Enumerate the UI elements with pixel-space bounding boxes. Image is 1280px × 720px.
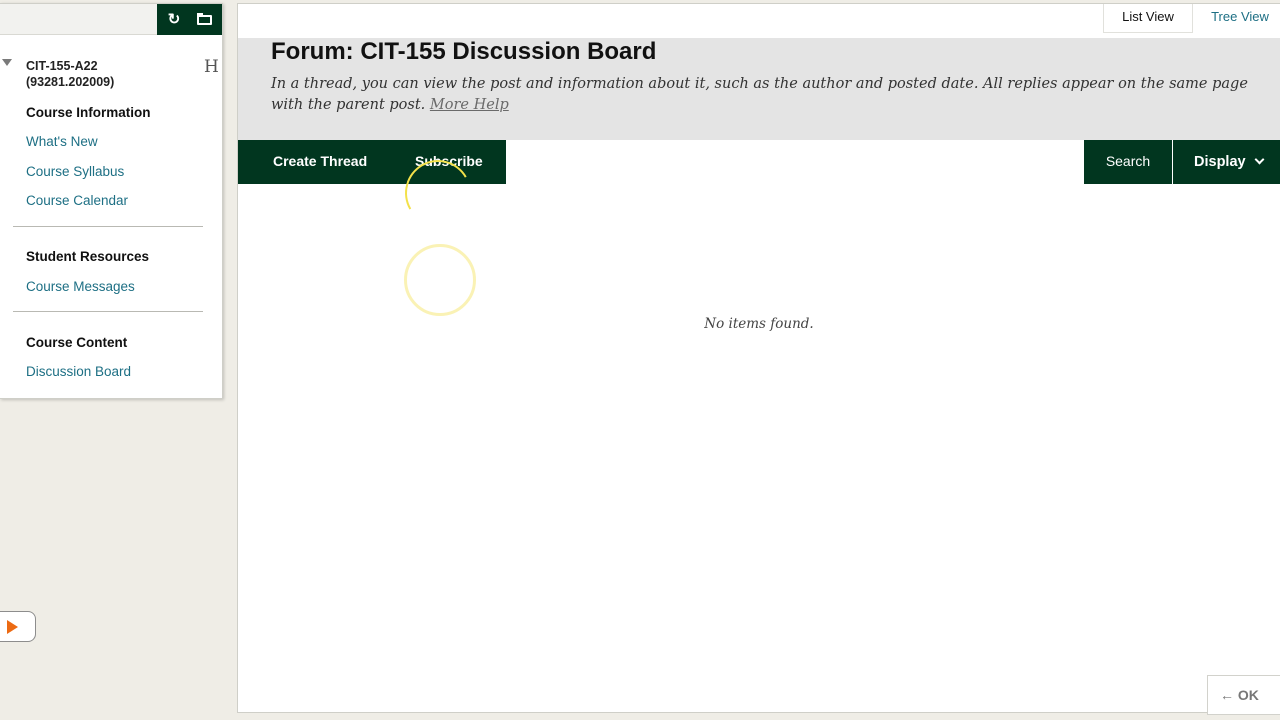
course-code: (93281.202009) xyxy=(26,75,115,89)
home-icon[interactable]: H xyxy=(204,57,219,77)
course-menu: ↻ CIT-155-A22 (93281.202009) H Course In… xyxy=(0,3,223,399)
view-switcher: List View Tree View xyxy=(238,4,1280,38)
course-menu-toolbar: ↻ xyxy=(0,4,222,35)
content-frame: List View Tree View Forum: CIT-155 Discu… xyxy=(237,3,1280,713)
menu-item-whats-new[interactable]: What's New xyxy=(26,134,98,149)
play-button[interactable] xyxy=(0,611,36,642)
subscribe-button[interactable]: Subscribe xyxy=(415,153,483,169)
chevron-down-icon xyxy=(1254,154,1265,165)
chevron-down-icon[interactable] xyxy=(2,59,12,66)
refresh-icon[interactable]: ↻ xyxy=(164,10,184,30)
page-instructions: In a thread, you can view the post and i… xyxy=(271,74,1251,116)
menu-heading-course-content: Course Content xyxy=(26,335,128,350)
play-icon xyxy=(7,620,18,634)
ok-button[interactable]: ← OK xyxy=(1207,675,1280,715)
course-id: CIT-155-A22 xyxy=(26,59,98,73)
tab-tree-view[interactable]: Tree View xyxy=(1200,4,1280,33)
display-button[interactable]: Display xyxy=(1172,140,1280,184)
menu-item-discussion-board[interactable]: Discussion Board xyxy=(26,364,131,379)
ok-label: OK xyxy=(1237,687,1259,703)
menu-heading-student-resources: Student Resources xyxy=(26,249,150,264)
menu-heading-course-information: Course Information xyxy=(26,105,151,120)
create-thread-button[interactable]: Create Thread xyxy=(273,153,367,169)
course-title: CIT-155-A22 (93281.202009) xyxy=(26,58,186,90)
menu-divider xyxy=(13,226,203,227)
tab-list-view[interactable]: List View xyxy=(1103,4,1193,33)
page-title: Forum: CIT-155 Discussion Board xyxy=(271,38,657,65)
more-help-link[interactable]: More Help xyxy=(430,97,509,113)
menu-item-course-syllabus[interactable]: Course Syllabus xyxy=(26,164,124,179)
arrow-left-icon: ← xyxy=(1220,687,1234,703)
folder-icon[interactable] xyxy=(195,10,215,30)
action-bar: Create Thread Subscribe Search Display xyxy=(238,140,1280,184)
page-header: Forum: CIT-155 Discussion Board In a thr… xyxy=(238,38,1280,140)
display-label: Display xyxy=(1194,154,1246,170)
search-button[interactable]: Search xyxy=(1084,140,1172,184)
menu-item-course-messages[interactable]: Course Messages xyxy=(26,279,135,294)
course-menu-toolbar-actions: ↻ xyxy=(157,4,222,35)
action-bar-primary: Create Thread Subscribe xyxy=(238,140,506,184)
menu-divider xyxy=(13,311,203,312)
instructions-text: In a thread, you can view the post and i… xyxy=(271,76,1248,113)
empty-message: No items found. xyxy=(704,316,814,332)
menu-item-course-calendar[interactable]: Course Calendar xyxy=(26,193,128,208)
